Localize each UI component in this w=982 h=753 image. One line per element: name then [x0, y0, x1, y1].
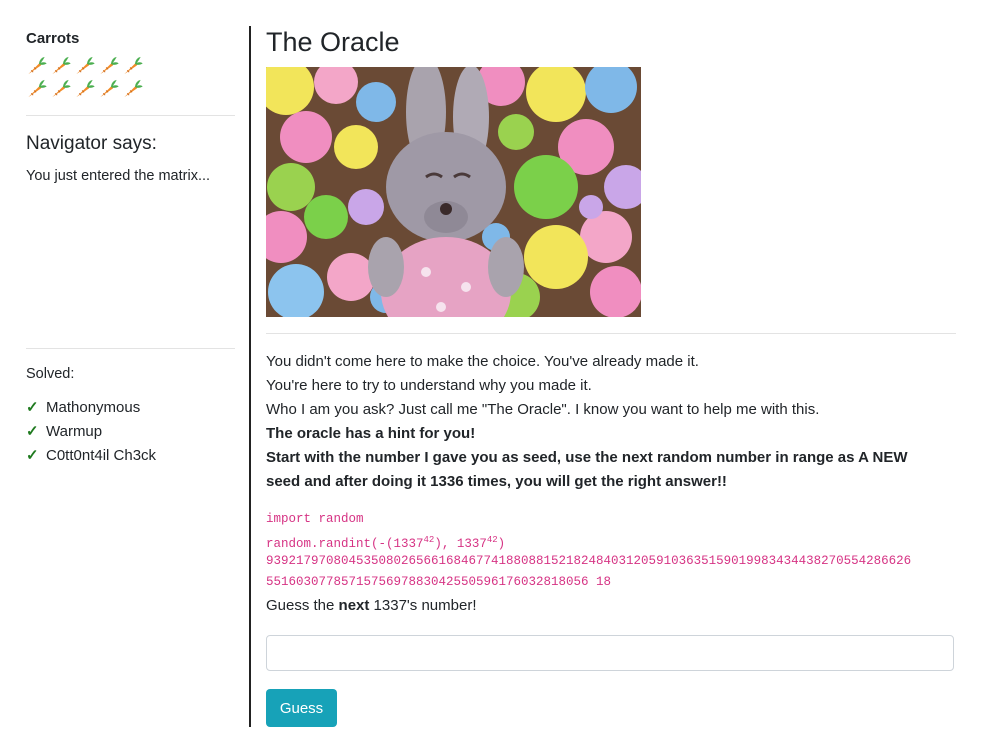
oracle-line: You're here to try to understand why you… — [266, 377, 592, 394]
navigator-title: Navigator says: — [26, 133, 157, 154]
carrot-icon — [28, 79, 47, 98]
seed-number: 5516030778571575697883042550596176032818… — [266, 575, 612, 589]
oracle-line: You didn't come here to make the choice.… — [266, 353, 699, 370]
carrot-icon — [100, 79, 119, 98]
carrot-icon — [100, 56, 119, 75]
solved-list: ✓ Mathonymous ✓ Warmup ✓ C0tt0nt4il Ch3ck — [26, 395, 156, 467]
solved-label: Solved: — [26, 366, 75, 382]
guess-button[interactable]: Guess — [266, 689, 337, 727]
guess-input[interactable] — [266, 635, 954, 671]
carrot-icon — [124, 79, 143, 98]
seed-number: 9392179708045350802656616846774188088152… — [266, 554, 912, 568]
guess-prompt-text: Guess the — [266, 597, 339, 614]
sidebar-divider — [26, 115, 235, 116]
carrot-icon — [76, 56, 95, 75]
code-text: ), 1337 — [434, 537, 487, 552]
easter-bunny-photo — [266, 67, 641, 317]
sidebar-divider — [26, 348, 235, 349]
code-line: import random — [266, 512, 364, 526]
vertical-divider — [249, 26, 251, 727]
check-icon: ✓ — [26, 399, 39, 416]
carrot-icon — [76, 79, 95, 98]
code-exponent: 42 — [423, 535, 435, 545]
content-divider — [266, 333, 956, 334]
hint-text: seed and after doing it 1336 times, you … — [266, 473, 727, 490]
solved-item: ✓ C0tt0nt4il Ch3ck — [26, 443, 156, 467]
carrot-icon — [124, 56, 143, 75]
code-text: random.randint(-(1337 — [266, 537, 424, 552]
solved-item-label: C0tt0nt4il Ch3ck — [46, 446, 157, 464]
code-text: ) — [497, 537, 506, 552]
carrots-title: Carrots — [26, 30, 80, 47]
check-icon: ✓ — [26, 447, 39, 464]
guess-prompt-text: 1337's number! — [369, 597, 477, 614]
guess-prompt-bold: next — [338, 597, 370, 614]
hint-text: Start with the number I gave you as seed… — [266, 449, 908, 466]
carrot-icon — [28, 56, 47, 75]
solved-item-label: Warmup — [46, 422, 103, 440]
solved-item-label: Mathonymous — [46, 398, 141, 416]
check-icon: ✓ — [26, 423, 39, 440]
carrot-icon — [52, 56, 71, 75]
oracle-line: Who I am you ask? Just call me "The Orac… — [266, 401, 820, 418]
solved-item: ✓ Mathonymous — [26, 395, 156, 419]
guess-prompt: Guess the next 1337's number! — [266, 594, 477, 618]
hint-heading: The oracle has a hint for you! — [266, 425, 476, 442]
carrot-grid — [25, 54, 150, 100]
solved-item: ✓ Warmup — [26, 419, 156, 443]
carrot-icon — [52, 79, 71, 98]
code-exponent: 42 — [486, 535, 498, 545]
navigator-message: You just entered the matrix... — [26, 168, 211, 184]
page-title: The Oracle — [266, 27, 400, 57]
